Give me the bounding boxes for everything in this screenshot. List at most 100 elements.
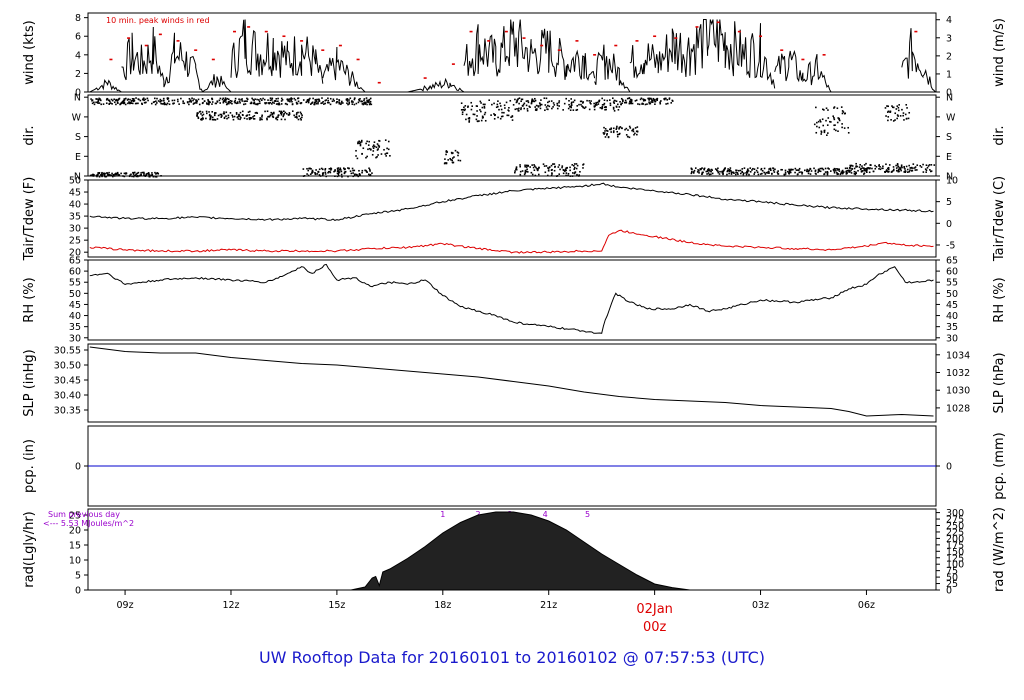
dir-point — [476, 120, 479, 122]
dir-point — [225, 101, 227, 103]
dir-point — [905, 165, 908, 168]
dir-point — [562, 169, 565, 172]
rad-marker: 1 — [440, 510, 445, 519]
dir-point — [255, 103, 257, 106]
dir-point — [610, 131, 612, 133]
dir-point — [845, 170, 848, 172]
dir-point — [601, 97, 603, 100]
dir-point — [559, 168, 561, 171]
dir-point — [124, 103, 127, 106]
dir-point — [865, 169, 868, 171]
dir-point — [111, 172, 113, 175]
dir-point — [835, 169, 837, 172]
dir-point — [155, 175, 157, 178]
dir-point — [846, 167, 849, 170]
dir-point — [865, 162, 867, 165]
dir-point — [558, 100, 561, 102]
dir-point — [231, 116, 234, 118]
dir-point — [644, 103, 647, 106]
dir-point — [898, 168, 900, 170]
dir-point — [820, 130, 823, 133]
dir-point — [241, 100, 244, 102]
dir-point — [313, 103, 316, 106]
dir-point — [115, 98, 118, 101]
dir-point — [922, 163, 924, 166]
right-axis-label: rad (W/m^2) — [992, 507, 1007, 592]
dir-point — [556, 107, 559, 110]
dir-point — [333, 170, 335, 173]
wind-peak-mark — [575, 40, 579, 42]
dir-point — [844, 167, 847, 170]
right-tick-label: 60 — [946, 267, 958, 278]
dir-point — [518, 107, 520, 110]
dir-point — [371, 153, 374, 156]
dir-point — [788, 169, 791, 172]
dir-point — [627, 129, 629, 131]
left-tick-label: 30.45 — [54, 376, 81, 387]
dir-point — [900, 165, 903, 168]
dir-point — [464, 108, 466, 111]
dir-point — [240, 98, 242, 101]
dir-point — [315, 169, 317, 171]
wind-peak-mark — [247, 26, 251, 28]
right-axis-label: wind (m/s) — [992, 18, 1007, 87]
dir-point — [619, 126, 622, 128]
dir-point — [813, 123, 816, 126]
dir-point — [508, 110, 510, 112]
dir-point — [314, 101, 316, 103]
left-tick-label: 0 — [75, 462, 81, 473]
dir-point — [906, 107, 908, 109]
dir-point — [211, 111, 214, 113]
dir-point — [299, 102, 302, 105]
dir-point — [372, 145, 374, 148]
left-tick-label: 8 — [75, 13, 81, 24]
wind-sustained-line — [89, 78, 122, 93]
dir-point — [525, 100, 528, 102]
dir-point — [879, 168, 882, 171]
dir-point — [841, 126, 843, 129]
dir-point — [498, 108, 500, 111]
dir-point — [636, 126, 639, 128]
dir-point — [593, 108, 596, 111]
dir-point — [553, 163, 556, 165]
wind-peak-mark — [635, 40, 639, 42]
dir-point — [239, 118, 241, 121]
dir-point — [328, 167, 331, 170]
dir-point — [526, 110, 529, 112]
dir-point — [794, 171, 796, 174]
dir-point — [353, 103, 356, 106]
dir-point — [278, 110, 281, 113]
dir-point — [571, 175, 574, 177]
dir-point — [526, 108, 529, 110]
dir-point — [328, 101, 330, 104]
dir-point — [254, 112, 257, 114]
rad-area — [350, 511, 690, 591]
dir-point — [616, 103, 619, 106]
dir-point — [146, 172, 149, 175]
dir-point — [317, 101, 319, 103]
dir-point — [705, 170, 708, 173]
dir-point — [457, 159, 460, 162]
dir-point — [520, 107, 522, 109]
dir-point — [450, 151, 453, 154]
dir-point — [128, 175, 131, 178]
dir-point — [538, 166, 540, 169]
dir-point — [570, 106, 573, 109]
dir-point — [706, 173, 708, 175]
dir-point — [671, 100, 674, 102]
dir-point — [540, 99, 542, 101]
dir-point — [467, 106, 469, 108]
dir-point — [833, 171, 836, 174]
dir-point — [517, 109, 520, 111]
dir-point — [833, 118, 836, 121]
dir-point — [648, 101, 650, 104]
dir-point — [331, 100, 334, 103]
dir-point — [629, 100, 631, 103]
dir-point — [451, 159, 454, 162]
dir-point — [131, 97, 134, 100]
dir-point — [916, 169, 918, 171]
left-tick-label: 2 — [75, 69, 81, 80]
dir-point — [101, 175, 103, 178]
dir-point — [480, 119, 483, 122]
left-tick-label: 6 — [75, 32, 81, 43]
